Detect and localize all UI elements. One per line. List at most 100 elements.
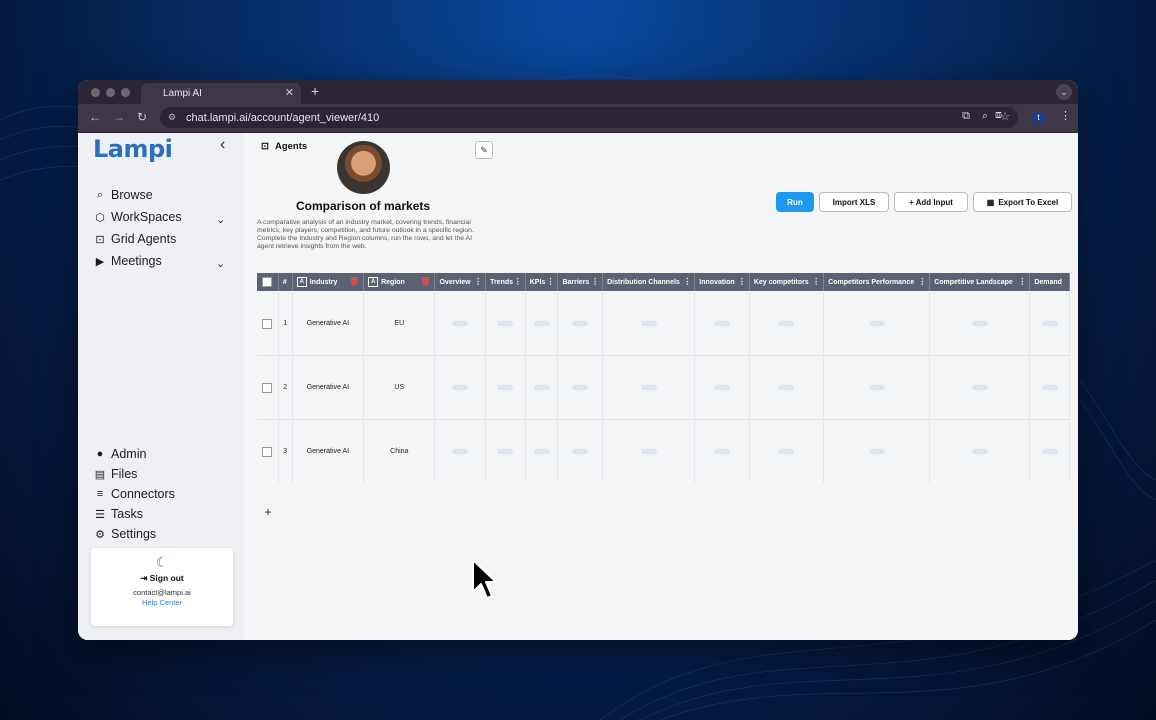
loading-cell[interactable] [603, 356, 696, 419]
region-cell[interactable]: EU [364, 292, 436, 355]
loading-cell[interactable] [1030, 420, 1070, 483]
tab-search-icon[interactable]: ⌄ [1056, 84, 1072, 100]
header-region[interactable]: A Region 🗑 [364, 273, 436, 291]
table-row[interactable]: 3 Generative AI China [257, 420, 1070, 483]
region-cell[interactable]: US [364, 356, 436, 419]
loading-cell[interactable] [824, 292, 931, 355]
loading-cell[interactable] [603, 420, 696, 483]
loading-cell[interactable] [1030, 292, 1070, 355]
industry-cell[interactable]: Generative AI [293, 292, 365, 355]
row-checkbox[interactable] [257, 292, 279, 355]
header-distribution-channels[interactable]: Distribution Channels ⋮ [603, 273, 696, 291]
select-all-checkbox[interactable] [257, 273, 279, 291]
loading-cell[interactable] [750, 420, 825, 483]
sidebar-item-meetings[interactable]: ▶ Meetings [94, 254, 162, 268]
loading-cell[interactable] [695, 292, 750, 355]
loading-cell[interactable] [526, 292, 559, 355]
header-demand[interactable]: Demand [1030, 273, 1070, 291]
cast-icon[interactable]: ⧉ [962, 110, 970, 123]
loading-cell[interactable] [930, 420, 1031, 483]
new-tab-button[interactable]: + [311, 83, 319, 99]
reload-icon[interactable]: ↻ [137, 110, 147, 124]
collapse-sidebar-icon[interactable]: ‹ [220, 136, 225, 154]
industry-cell[interactable]: Generative AI [293, 420, 365, 483]
loading-cell[interactable] [526, 420, 559, 483]
loading-cell[interactable] [435, 356, 487, 419]
sidebar-item-settings[interactable]: ⚙ Settings [94, 527, 156, 541]
delete-column-icon[interactable]: 🗑 [420, 277, 430, 286]
edit-agent-icon[interactable]: ✎ [475, 141, 493, 159]
loading-cell[interactable] [750, 356, 825, 419]
chevron-down-icon[interactable]: ⌄ [216, 257, 225, 270]
moon-icon[interactable]: ☾ [91, 554, 233, 571]
loading-cell[interactable] [930, 292, 1031, 355]
header-barriers[interactable]: Barriers ⋮ [558, 273, 604, 291]
delete-column-icon[interactable]: 🗑 [349, 277, 359, 286]
header-industry[interactable]: A Industry 🗑 [293, 273, 365, 291]
chevron-down-icon[interactable]: ⌄ [216, 213, 225, 226]
loading-cell[interactable] [930, 356, 1031, 419]
run-button[interactable]: Run [776, 192, 814, 212]
agent-avatar [337, 141, 390, 194]
loading-cell[interactable] [695, 356, 750, 419]
header-trends[interactable]: Trends ⋮ [486, 273, 526, 291]
back-icon[interactable]: ← [89, 110, 101, 124]
loading-cell[interactable] [1030, 356, 1070, 419]
header-competitive-landscape[interactable]: Competitive Landscape ⋮ [930, 273, 1031, 291]
column-menu-icon: ⋮ [683, 277, 692, 286]
header-key-competitors[interactable]: Key competitors ⋮ [750, 273, 825, 291]
region-cell[interactable]: China [364, 420, 436, 483]
sidebar-item-tasks[interactable]: ☰ Tasks [94, 507, 143, 521]
signout-button[interactable]: ⇥ Sign out [91, 573, 233, 584]
loading-cell[interactable] [435, 420, 487, 483]
lampi-logo[interactable]: Lampi [93, 135, 173, 163]
loading-cell[interactable] [526, 356, 559, 419]
window-controls[interactable] [91, 88, 130, 97]
url-field[interactable]: ⚙ chat.lampi.ai/account/agent_viewer/410… [160, 107, 1018, 128]
sidebar-item-grid-agents[interactable]: ⊡ Grid Agents [94, 232, 176, 246]
add-input-button[interactable]: + Add Input [894, 192, 968, 212]
loading-cell[interactable] [486, 420, 526, 483]
zoom-icon[interactable]: ⌕ [982, 110, 988, 123]
sidebar-item-files[interactable]: ▤ Files [94, 467, 138, 481]
import-xls-button[interactable]: Import XLS [819, 192, 889, 212]
forward-icon[interactable]: → [113, 110, 125, 124]
add-row-button[interactable]: + [257, 501, 279, 523]
sidebar-item-browse[interactable]: ⌕ Browse [94, 188, 153, 202]
loading-cell[interactable] [750, 292, 825, 355]
loading-cell[interactable] [486, 292, 526, 355]
site-info-icon[interactable]: ⚙ [168, 112, 176, 123]
loading-cell[interactable] [603, 292, 696, 355]
header-competitors-performance[interactable]: Competitors Performance ⋮ [824, 273, 931, 291]
sidebar-item-admin[interactable]: ● Admin [94, 447, 147, 461]
sidebar-item-workspaces[interactable]: ⬡ WorkSpaces [94, 210, 181, 224]
breadcrumb-agents[interactable]: Agents [275, 141, 307, 152]
extensions-icon[interactable]: ⧈ [995, 109, 1002, 122]
sidebar-item-connectors[interactable]: ≡ Connectors [94, 487, 175, 501]
loading-cell[interactable] [695, 420, 750, 483]
browser-menu-icon[interactable]: ⋮ [1060, 109, 1071, 122]
profile-avatar[interactable]: t [1031, 110, 1046, 125]
help-center-link[interactable]: Help Center [91, 598, 233, 607]
sidebar-item-label: Files [111, 467, 138, 481]
loading-cell[interactable] [824, 420, 931, 483]
header-kpis[interactable]: KPIs ⋮ [526, 273, 559, 291]
header-overview[interactable]: Overview ⋮ [435, 273, 487, 291]
sidebar-item-label: Browse [111, 188, 153, 202]
close-tab-icon[interactable]: ✕ [285, 86, 294, 99]
browser-tab[interactable]: Lampi AI ✕ [141, 83, 301, 104]
loading-cell[interactable] [558, 292, 604, 355]
loading-cell[interactable] [486, 356, 526, 419]
loading-cell[interactable] [435, 292, 487, 355]
table-row[interactable]: 2 Generative AI US [257, 356, 1070, 420]
header-innovation[interactable]: Innovation ⋮ [695, 273, 750, 291]
loading-cell[interactable] [824, 356, 931, 419]
sidebar-item-label: Grid Agents [111, 232, 177, 246]
row-checkbox[interactable] [257, 356, 279, 419]
industry-cell[interactable]: Generative AI [293, 356, 365, 419]
table-row[interactable]: 1 Generative AI EU [257, 292, 1070, 356]
loading-cell[interactable] [558, 420, 604, 483]
loading-cell[interactable] [558, 356, 604, 419]
row-checkbox[interactable] [257, 420, 279, 483]
export-excel-button[interactable]: ▦ Export To Excel [973, 192, 1072, 212]
